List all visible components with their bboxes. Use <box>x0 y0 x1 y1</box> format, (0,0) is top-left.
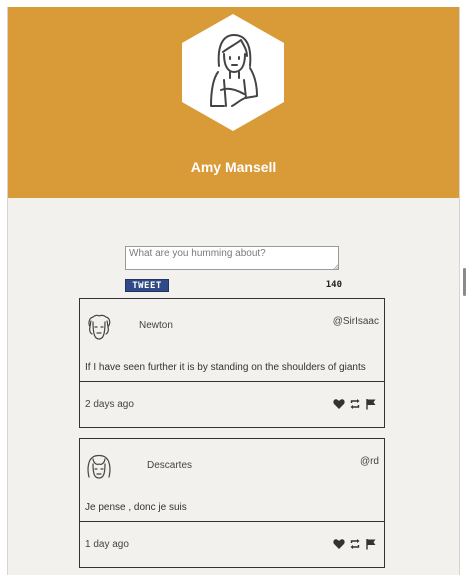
tweet-input[interactable] <box>125 246 339 270</box>
newton-avatar-icon <box>88 314 111 340</box>
tweet-card: Newton @SirIsaac If I have seen further … <box>79 298 385 428</box>
descartes-avatar-icon <box>87 454 111 479</box>
profile-name: Amy Mansell <box>190 159 277 175</box>
tweet-body: Descartes @rd Je pense , donc je suis <box>80 439 384 522</box>
retweet-icon[interactable] <box>349 398 361 410</box>
tweet-button[interactable]: TWEET <box>125 279 169 292</box>
tweet-card: Descartes @rd Je pense , donc je suis 1 … <box>79 438 385 568</box>
flag-icon[interactable] <box>365 398 377 410</box>
tweet-handle[interactable]: @rd <box>360 456 379 467</box>
tweet-timestamp: 1 day ago <box>85 539 129 550</box>
heart-icon[interactable] <box>333 538 345 550</box>
tweet-handle[interactable]: @SirIsaac <box>333 316 379 327</box>
tweet-author[interactable]: Newton <box>139 320 173 331</box>
tweet-text: Je pense , donc je suis <box>85 502 187 513</box>
resize-grip-icon[interactable] <box>333 263 339 269</box>
tweet-body: Newton @SirIsaac If I have seen further … <box>80 299 384 382</box>
tweet-timestamp: 2 days ago <box>85 399 134 410</box>
tweet-footer: 1 day ago <box>80 522 384 567</box>
scrollbar-thumb[interactable] <box>463 268 466 296</box>
profile-header: Amy Mansell <box>8 7 459 198</box>
char-counter: 140 <box>325 280 342 290</box>
page-container: Amy Mansell TWEET 140 Newton @SirIsaac I… <box>7 7 460 575</box>
heart-icon[interactable] <box>333 398 345 410</box>
tweet-author[interactable]: Descartes <box>147 460 192 471</box>
tweet-text: If I have seen further it is by standing… <box>85 362 366 373</box>
profile-avatar <box>182 14 284 131</box>
flag-icon[interactable] <box>365 538 377 550</box>
retweet-icon[interactable] <box>349 538 361 550</box>
tweet-actions <box>333 398 377 410</box>
tweet-footer: 2 days ago <box>80 382 384 427</box>
tweet-actions <box>333 538 377 550</box>
